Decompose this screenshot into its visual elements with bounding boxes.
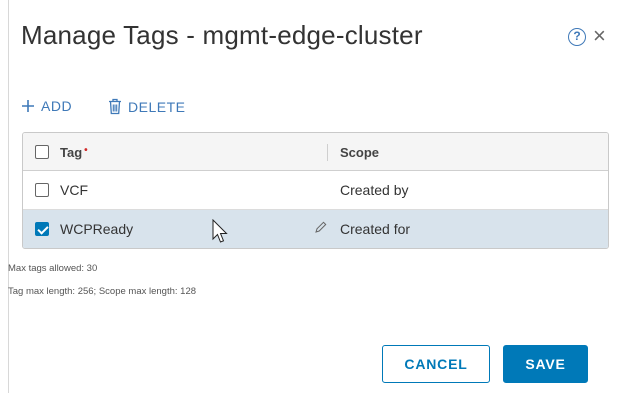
- cancel-button[interactable]: CANCEL: [382, 345, 490, 383]
- row-checkbox-checked[interactable]: [35, 222, 49, 236]
- help-icon[interactable]: ?: [568, 28, 586, 46]
- select-all-checkbox[interactable]: [35, 145, 49, 159]
- pencil-edit-icon[interactable]: [314, 221, 327, 239]
- dialog-left-border: [8, 0, 9, 393]
- required-marker: •: [84, 145, 88, 156]
- column-header-scope[interactable]: Scope: [340, 145, 379, 160]
- max-tags-note: Max tags allowed: 30: [8, 263, 98, 274]
- save-button[interactable]: SAVE: [503, 345, 588, 383]
- column-separator[interactable]: [327, 144, 328, 161]
- close-icon[interactable]: ×: [593, 23, 606, 49]
- tag-cell[interactable]: VCF: [60, 182, 88, 198]
- add-tag-button[interactable]: ADD: [21, 98, 72, 114]
- max-length-note: Tag max length: 256; Scope max length: 1…: [8, 286, 197, 297]
- table-row-selected[interactable]: WCPReady Created for: [23, 210, 608, 248]
- tag-cell[interactable]: WCPReady: [60, 221, 133, 237]
- plus-icon: [21, 99, 35, 113]
- manage-tags-dialog: Manage Tags - mgmt-edge-cluster ? × ADD …: [0, 0, 617, 393]
- column-header-tag[interactable]: Tag •: [60, 145, 88, 160]
- delete-tag-button[interactable]: DELETE: [108, 98, 185, 115]
- grid-header: Tag • Scope: [23, 133, 608, 171]
- add-tag-label: ADD: [41, 98, 73, 114]
- delete-tag-label: DELETE: [128, 98, 186, 115]
- scope-cell[interactable]: Created for: [340, 221, 410, 237]
- dialog-title: Manage Tags - mgmt-edge-cluster: [21, 20, 423, 50]
- mouse-pointer-icon: [212, 218, 228, 250]
- table-row[interactable]: VCF Created by: [23, 171, 608, 210]
- column-header-tag-label: Tag: [60, 145, 83, 160]
- trash-icon: [108, 98, 122, 115]
- scope-cell[interactable]: Created by: [340, 182, 408, 198]
- tags-grid: Tag • Scope VCF Created by WCPReady Creat…: [22, 132, 609, 249]
- row-checkbox[interactable]: [35, 183, 49, 197]
